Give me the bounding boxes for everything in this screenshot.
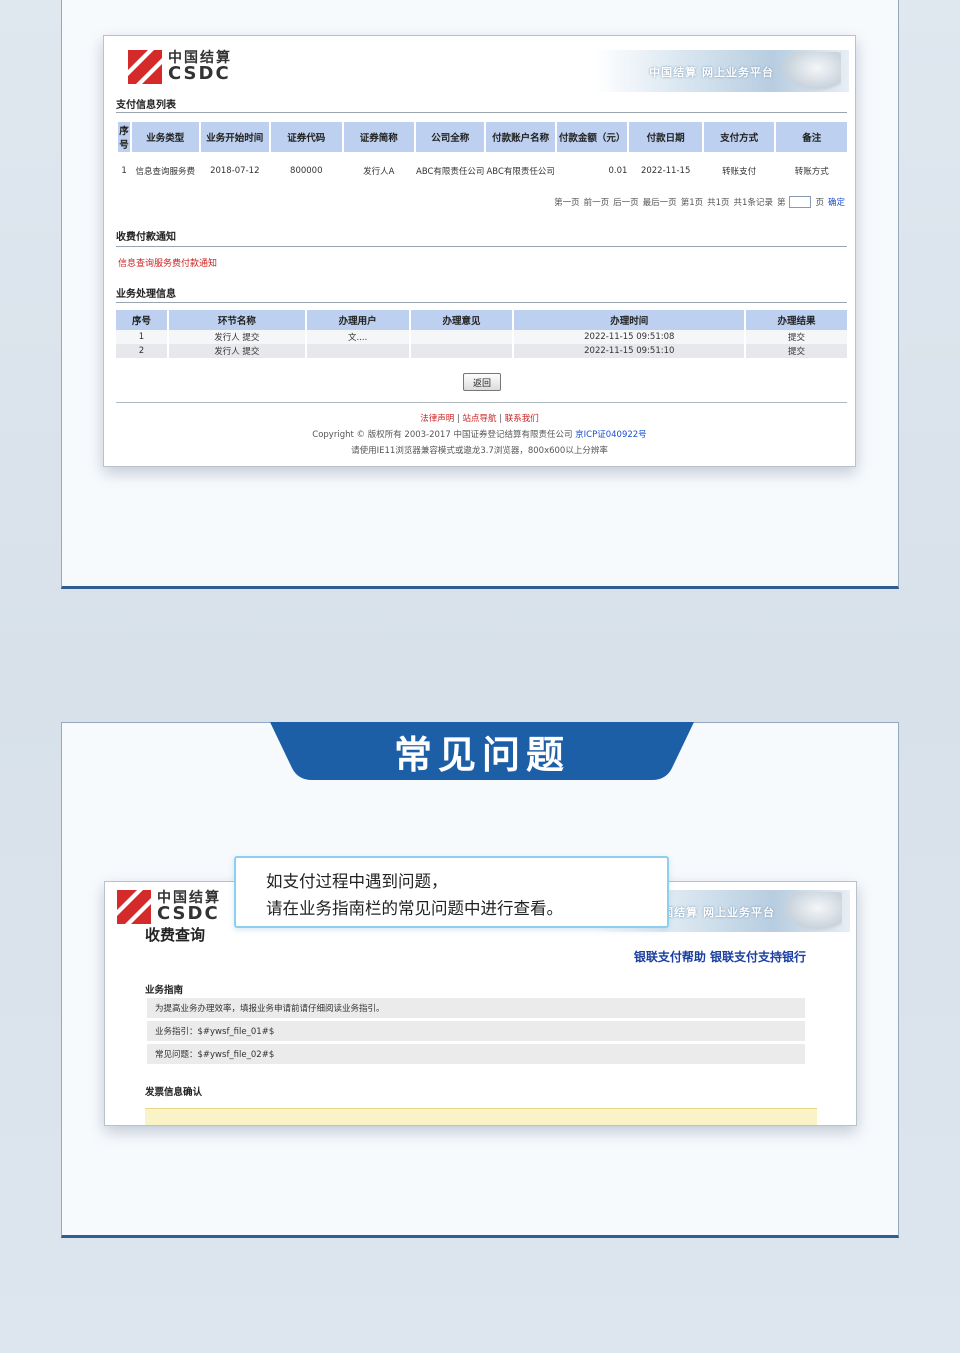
invoice-notice-box [145, 1108, 817, 1125]
pager-total-pages: 共1页 [707, 198, 730, 208]
legal-link[interactable]: 法律声明 [420, 414, 454, 424]
cell-biz-type: 信息查询服务费 [135, 167, 196, 177]
col-header: 办理用户 [305, 310, 411, 330]
cell-pay-date: 2022-11-15 [640, 166, 691, 176]
callout-line-2: 请在业务指南栏的常见问题中进行查看。 [266, 899, 563, 918]
csdc-logo-icon [128, 50, 162, 84]
cell-pay-method: 转账支付 [722, 167, 757, 177]
cell-seq: 1 [121, 166, 127, 176]
cell-start-date: 2018-07-12 [210, 166, 260, 176]
guide-row[interactable]: 常见问题：$#ywsf_file_02#$ [147, 1044, 805, 1064]
pager-confirm-link[interactable]: 确定 [828, 196, 845, 208]
guide-title: 业务指南 [145, 985, 184, 996]
icp-link[interactable]: 京ICP证040922号 [575, 430, 647, 440]
col-header: 证券简称 [343, 122, 414, 152]
cell-step: 发行人 提交 [167, 330, 307, 344]
faq-tab-title: 常见问题 [393, 732, 570, 777]
cell-opinion [409, 344, 515, 358]
table-row: 1 信息查询服务费 2018-07-12 800000 发行人A ABC有限责任… [118, 154, 847, 188]
pager: 第一页 前一页 后一页 最后一页 第1页 共1页 共1条记录 第 页 确定 [554, 196, 845, 208]
cell-seq: 1 [116, 330, 169, 344]
fee-notice-title: 收费付款通知 [116, 232, 176, 243]
col-header: 付款日期 [629, 122, 702, 152]
divider [116, 302, 847, 303]
process-table: 序号 环节名称 办理用户 办理意见 办理时间 办理结果 1 发行人 提交 文..… [116, 310, 849, 358]
col-header: 业务类型 [132, 122, 199, 152]
cell-sec-code: 800000 [290, 166, 323, 176]
pager-first[interactable]: 第一页 [554, 196, 580, 208]
fee-notice-link[interactable]: 信息查询服务费付款通知 [118, 256, 217, 269]
pager-last[interactable]: 最后一页 [643, 196, 677, 208]
cell-user [305, 344, 411, 358]
col-header: 办理时间 [513, 310, 747, 330]
banner-image [782, 892, 842, 932]
table-row: 2 发行人 提交 2022-11-15 09:51:10 提交 [116, 344, 849, 358]
unionpay-links[interactable]: 银联支付帮助 银联支付支持银行 [634, 948, 806, 965]
banner-image [781, 52, 841, 92]
sitemap-link[interactable]: 站点导航 [462, 414, 496, 424]
back-button[interactable]: 返回 [463, 373, 501, 391]
footer-links: 法律声明 | 站点导航 | 联系我们 [104, 412, 855, 424]
cell-seq: 2 [116, 344, 169, 358]
table-row: 1 发行人 提交 文.... 2022-11-15 09:51:08 提交 [116, 330, 849, 344]
col-header: 支付方式 [703, 122, 775, 152]
contact-link[interactable]: 联系我们 [505, 414, 539, 424]
col-header: 序号 [116, 310, 169, 330]
col-header: 付款账户名称 [486, 122, 555, 152]
cell-result: 提交 [745, 330, 849, 344]
page-title: 收费查询 [145, 926, 206, 944]
col-header: 序号 [118, 122, 131, 152]
footer-divider [116, 402, 847, 403]
pager-goto-suffix: 页 [815, 198, 824, 208]
process-info-title: 业务处理信息 [116, 289, 176, 300]
pager-prev[interactable]: 前一页 [584, 196, 610, 208]
cell-time: 2022-11-15 09:51:10 [513, 344, 747, 358]
payment-detail-window: 中国结算 CSDC 中国结算 网上业务平台 支付信息列表 序号 业务类型 业务开… [103, 35, 856, 467]
col-header: 办理意见 [409, 310, 515, 330]
cell-sec-name: 发行人A [363, 167, 395, 177]
payment-table: 序号 业务类型 业务开始时间 证券代码 证券简称 公司全称 付款账户名称 付款金… [116, 120, 849, 190]
logo-en-text: CSDC [168, 63, 231, 84]
csdc-logo: 中国结算 CSDC [128, 50, 232, 84]
pager-goto-input[interactable] [789, 196, 812, 208]
browser-note: 请使用IE11浏览器兼容模式或遨龙3.7浏览器，800x600以上分辨率 [351, 446, 608, 456]
payment-list-title: 支付信息列表 [116, 100, 176, 111]
col-header: 证券代码 [271, 122, 342, 152]
pager-current: 第1页 [680, 198, 704, 208]
callout-line-1: 如支付过程中遇到问题， [266, 872, 448, 891]
cell-payer: ABC有限责任公司 [486, 167, 555, 177]
divider [116, 246, 847, 247]
footer-separator: | [499, 414, 503, 424]
pager-total-records: 共1条记录 [733, 198, 773, 208]
cell-opinion [409, 330, 515, 344]
cell-amount: 0.01 [608, 166, 628, 176]
csdc-logo: 中国结算 CSDC [117, 890, 221, 924]
col-header: 付款金额（元） [556, 122, 628, 152]
guide-row[interactable]: 业务指引：$#ywsf_file_01#$ [147, 1021, 805, 1041]
cell-step: 发行人 提交 [167, 344, 307, 358]
cell-company: ABC有限责任公司 [416, 167, 485, 177]
banner-text: 中国结算 网上业务平台 [649, 66, 774, 79]
cell-user: 文.... [305, 330, 411, 344]
col-header: 业务开始时间 [200, 122, 270, 152]
col-header: 公司全称 [415, 122, 485, 152]
col-header: 办理结果 [745, 310, 849, 330]
cell-remark: 转账方式 [794, 167, 829, 177]
copyright-text: Copyright © 版权所有 2003-2017 中国证券登记结算有限责任公… [312, 430, 573, 440]
cell-time: 2022-11-15 09:51:08 [513, 330, 747, 344]
logo-en-text: CSDC [157, 903, 220, 924]
col-header: 备注 [776, 122, 847, 152]
pager-goto-prefix: 第 [776, 198, 786, 208]
platform-banner: 中国结算 网上业务平台 [594, 50, 849, 92]
help-callout: 如支付过程中遇到问题， 请在业务指南栏的常见问题中进行查看。 [234, 856, 669, 928]
divider [116, 112, 847, 113]
footer-separator: | [456, 414, 460, 424]
invoice-title: 发票信息确认 [145, 1087, 203, 1098]
footer-copyright: Copyright © 版权所有 2003-2017 中国证券登记结算有限责任公… [104, 428, 855, 440]
pager-next[interactable]: 后一页 [613, 196, 639, 208]
guide-row: 为提高业务办理效率，填报业务申请前请仔细阅读业务指引。 [147, 998, 805, 1018]
col-header: 环节名称 [167, 310, 307, 330]
cell-result: 提交 [745, 344, 849, 358]
csdc-logo-icon [117, 890, 151, 924]
